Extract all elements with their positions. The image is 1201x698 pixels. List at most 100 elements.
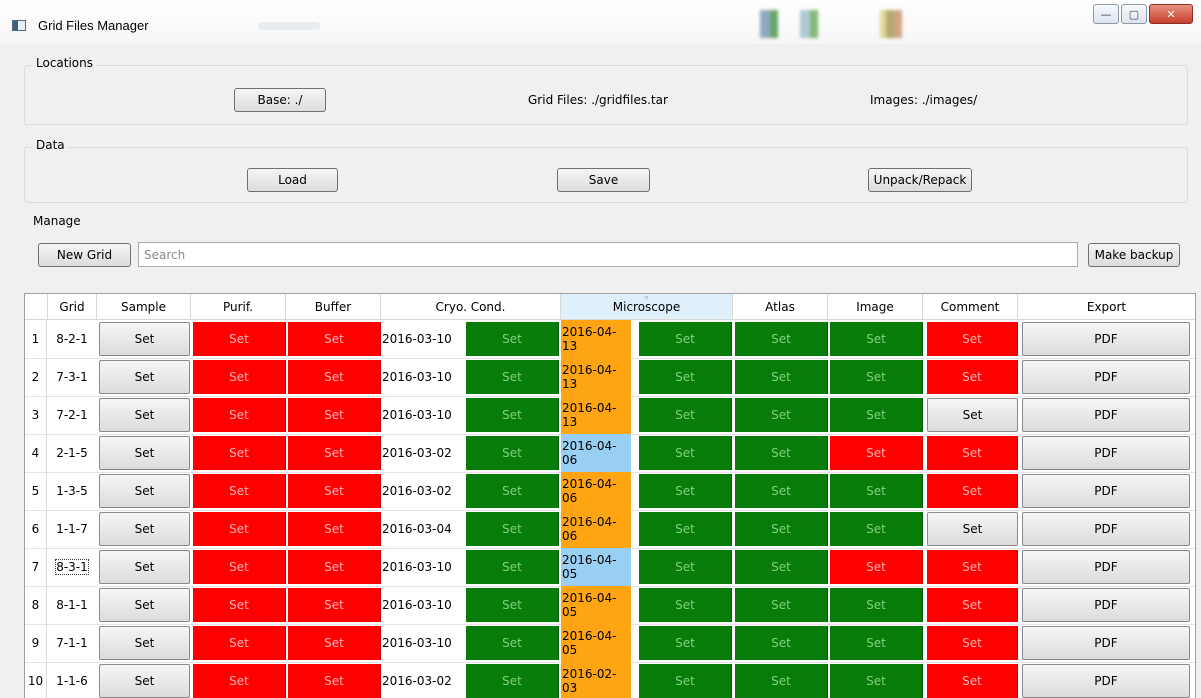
atlas-set-button[interactable]: Set bbox=[735, 436, 828, 470]
microscope-set-button[interactable]: Set bbox=[639, 436, 732, 470]
buffer-set-button[interactable]: Set bbox=[288, 398, 381, 432]
grid-name[interactable]: 2-1-5 bbox=[49, 434, 95, 472]
microscope-set-button[interactable]: Set bbox=[639, 626, 732, 660]
export-pdf-button[interactable]: PDF bbox=[1022, 322, 1190, 356]
unpack-repack-button[interactable]: Unpack/Repack bbox=[868, 168, 972, 192]
export-pdf-button[interactable]: PDF bbox=[1022, 512, 1190, 546]
sample-set-button[interactable]: Set bbox=[99, 398, 190, 432]
comment-set-button[interactable]: Set bbox=[927, 512, 1018, 546]
microscope-set-button[interactable]: Set bbox=[639, 664, 732, 698]
sample-set-button[interactable]: Set bbox=[99, 474, 190, 508]
atlas-set-button[interactable]: Set bbox=[735, 474, 828, 508]
comment-set-button[interactable]: Set bbox=[927, 436, 1018, 470]
atlas-set-button[interactable]: Set bbox=[735, 626, 828, 660]
buffer-set-button[interactable]: Set bbox=[288, 664, 381, 698]
search-input[interactable] bbox=[138, 242, 1078, 267]
save-button[interactable]: Save bbox=[557, 168, 650, 192]
header-microscope[interactable]: ▿ Microscope bbox=[561, 294, 733, 319]
grid-name[interactable]: 7-2-1 bbox=[49, 396, 95, 434]
header-cryo-cond[interactable]: Cryo. Cond. bbox=[381, 294, 561, 319]
image-set-button[interactable]: Set bbox=[830, 664, 923, 698]
comment-set-button[interactable]: Set bbox=[927, 474, 1018, 508]
purif-set-button[interactable]: Set bbox=[193, 588, 286, 622]
header-comment[interactable]: Comment bbox=[923, 294, 1018, 319]
grid-name[interactable]: 8-2-1 bbox=[49, 320, 95, 358]
image-set-button[interactable]: Set bbox=[830, 512, 923, 546]
export-pdf-button[interactable]: PDF bbox=[1022, 360, 1190, 394]
grid-name[interactable]: 1-1-7 bbox=[49, 510, 95, 548]
cryo-set-button[interactable]: Set bbox=[466, 664, 559, 698]
sample-set-button[interactable]: Set bbox=[99, 512, 190, 546]
purif-set-button[interactable]: Set bbox=[193, 436, 286, 470]
sample-set-button[interactable]: Set bbox=[99, 664, 190, 698]
image-set-button[interactable]: Set bbox=[830, 322, 923, 356]
comment-set-button[interactable]: Set bbox=[927, 398, 1018, 432]
load-button[interactable]: Load bbox=[247, 168, 338, 192]
atlas-set-button[interactable]: Set bbox=[735, 550, 828, 584]
cryo-set-button[interactable]: Set bbox=[466, 550, 559, 584]
grid-name[interactable]: 7-1-1 bbox=[49, 624, 95, 662]
microscope-set-button[interactable]: Set bbox=[639, 512, 732, 546]
grid-name[interactable]: 1-1-6 bbox=[49, 662, 95, 698]
atlas-set-button[interactable]: Set bbox=[735, 360, 828, 394]
header-purif[interactable]: Purif. bbox=[191, 294, 286, 319]
purif-set-button[interactable]: Set bbox=[193, 626, 286, 660]
atlas-set-button[interactable]: Set bbox=[735, 398, 828, 432]
minimize-icon[interactable]: — bbox=[1093, 4, 1119, 24]
grid-name[interactable]: 1-3-5 bbox=[49, 472, 95, 510]
microscope-set-button[interactable]: Set bbox=[639, 474, 732, 508]
image-set-button[interactable]: Set bbox=[830, 588, 923, 622]
new-grid-button[interactable]: New Grid bbox=[38, 243, 131, 267]
maximize-icon[interactable]: ▢ bbox=[1121, 4, 1147, 24]
image-set-button[interactable]: Set bbox=[830, 626, 923, 660]
microscope-set-button[interactable]: Set bbox=[639, 360, 732, 394]
purif-set-button[interactable]: Set bbox=[193, 550, 286, 584]
purif-set-button[interactable]: Set bbox=[193, 322, 286, 356]
header-export[interactable]: Export bbox=[1018, 294, 1195, 319]
export-pdf-button[interactable]: PDF bbox=[1022, 474, 1190, 508]
atlas-set-button[interactable]: Set bbox=[735, 588, 828, 622]
export-pdf-button[interactable]: PDF bbox=[1022, 398, 1190, 432]
atlas-set-button[interactable]: Set bbox=[735, 664, 828, 698]
atlas-set-button[interactable]: Set bbox=[735, 512, 828, 546]
buffer-set-button[interactable]: Set bbox=[288, 512, 381, 546]
purif-set-button[interactable]: Set bbox=[193, 360, 286, 394]
sample-set-button[interactable]: Set bbox=[99, 322, 190, 356]
comment-set-button[interactable]: Set bbox=[927, 550, 1018, 584]
export-pdf-button[interactable]: PDF bbox=[1022, 588, 1190, 622]
cryo-set-button[interactable]: Set bbox=[466, 626, 559, 660]
purif-set-button[interactable]: Set bbox=[193, 664, 286, 698]
sample-set-button[interactable]: Set bbox=[99, 436, 190, 470]
image-set-button[interactable]: Set bbox=[830, 474, 923, 508]
image-set-button[interactable]: Set bbox=[830, 550, 923, 584]
purif-set-button[interactable]: Set bbox=[193, 398, 286, 432]
image-set-button[interactable]: Set bbox=[830, 436, 923, 470]
buffer-set-button[interactable]: Set bbox=[288, 588, 381, 622]
image-set-button[interactable]: Set bbox=[830, 360, 923, 394]
grid-name[interactable]: 8-3-1 bbox=[49, 548, 95, 586]
microscope-set-button[interactable]: Set bbox=[639, 398, 732, 432]
export-pdf-button[interactable]: PDF bbox=[1022, 626, 1190, 660]
microscope-set-button[interactable]: Set bbox=[639, 588, 732, 622]
comment-set-button[interactable]: Set bbox=[927, 360, 1018, 394]
header-grid[interactable]: Grid bbox=[48, 294, 97, 319]
comment-set-button[interactable]: Set bbox=[927, 626, 1018, 660]
cryo-set-button[interactable]: Set bbox=[466, 322, 559, 356]
export-pdf-button[interactable]: PDF bbox=[1022, 436, 1190, 470]
grid-name[interactable]: 8-1-1 bbox=[49, 586, 95, 624]
header-image[interactable]: Image bbox=[828, 294, 923, 319]
cryo-set-button[interactable]: Set bbox=[466, 436, 559, 470]
buffer-set-button[interactable]: Set bbox=[288, 360, 381, 394]
close-icon[interactable]: ✕ bbox=[1149, 4, 1193, 24]
purif-set-button[interactable]: Set bbox=[193, 512, 286, 546]
comment-set-button[interactable]: Set bbox=[927, 588, 1018, 622]
sample-set-button[interactable]: Set bbox=[99, 360, 190, 394]
image-set-button[interactable]: Set bbox=[830, 398, 923, 432]
microscope-set-button[interactable]: Set bbox=[639, 322, 732, 356]
sample-set-button[interactable]: Set bbox=[99, 626, 190, 660]
base-button[interactable]: Base: ./ bbox=[234, 88, 326, 112]
cryo-set-button[interactable]: Set bbox=[466, 474, 559, 508]
cryo-set-button[interactable]: Set bbox=[466, 512, 559, 546]
buffer-set-button[interactable]: Set bbox=[288, 550, 381, 584]
cryo-set-button[interactable]: Set bbox=[466, 398, 559, 432]
